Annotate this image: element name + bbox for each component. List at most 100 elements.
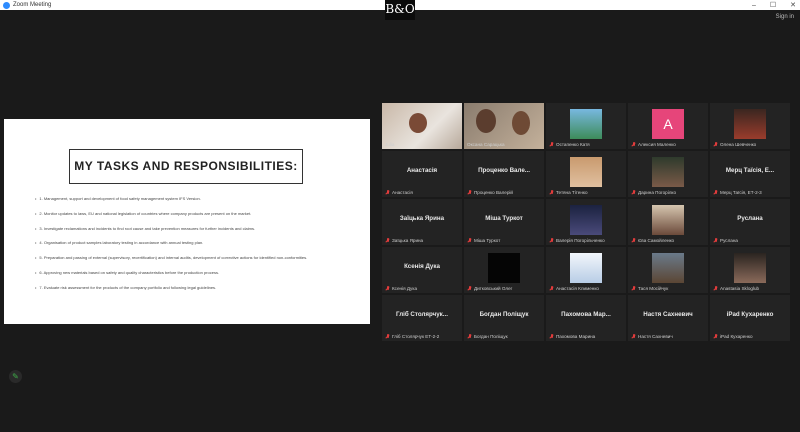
participant-name: Проценко Валерій (467, 190, 513, 195)
profile-photo (570, 157, 602, 187)
slide-title: MY TASKS AND RESPONSIBILITIES: (69, 149, 303, 184)
participant-name: Остапенко Катя (549, 142, 590, 147)
mic-muted-icon (549, 238, 554, 243)
participant-display-name: Анастасія (406, 167, 438, 174)
participant-tile[interactable]: Олена Шевченко (710, 103, 790, 149)
participant-display-name: Міша Туркот (485, 215, 523, 222)
participant-tile[interactable]: Міша Туркот Міша Туркот (464, 199, 544, 245)
slide-bullet: 7. Evaluate risk assessment for the prod… (35, 285, 355, 300)
slide-bullet: 3. Investigate reclamations and incident… (35, 226, 355, 241)
participant-name: Дитковський Олег (467, 286, 512, 291)
profile-photo (488, 253, 520, 283)
participant-tile[interactable]: Тася Мосійчук (628, 247, 708, 293)
participant-name: Богдан Поліщук (467, 334, 508, 339)
maximize-button[interactable]: ☐ (770, 1, 776, 9)
window-controls: ‒ ☐ ✕ (752, 0, 796, 10)
participant-name: Руслана (713, 238, 738, 243)
participant-name: Тетяна Тітенко (549, 190, 588, 195)
participant-name: Тася Мосійчук (631, 286, 668, 291)
participant-display-name: Руслана (737, 215, 763, 222)
profile-photo (652, 253, 684, 283)
slide-bullets: 1. Management, support and development o… (35, 196, 355, 300)
profile-photo (652, 157, 684, 187)
participant-tile[interactable]: iPad Кухаренко iPad Кухаренко (710, 295, 790, 341)
mic-muted-icon (713, 142, 718, 147)
participant-tile[interactable]: Валерія Погорільченко (546, 199, 626, 245)
participant-display-name: Ксенія Дука (404, 263, 440, 270)
mic-muted-icon (467, 286, 472, 291)
participant-tile[interactable]: Настя Сахневич Настя Сахневич (628, 295, 708, 341)
slide-bullet: 1. Management, support and development o… (35, 196, 355, 211)
minimize-button[interactable]: ‒ (752, 2, 756, 9)
mic-muted-icon (713, 238, 718, 243)
participant-name: Міша Туркот (467, 238, 500, 243)
pencil-icon[interactable]: ✎ (9, 370, 22, 383)
participant-display-name: Гліб Столярчук... (396, 311, 448, 318)
slide-bullet: 2. Monitor updates to laws, EU and natio… (35, 211, 355, 226)
zoom-icon (3, 1, 10, 9)
slide-bullet: 4. Organisation of product samples labor… (35, 240, 355, 255)
participant-tile[interactable]: Остапенко Катя (546, 103, 626, 149)
mic-muted-icon (549, 334, 554, 339)
mic-muted-icon (385, 286, 390, 291)
profile-photo (734, 253, 766, 283)
participant-tile[interactable]: A Алексия Маленко (628, 103, 708, 149)
slide-bullet: 6. Approving new materials based on safe… (35, 270, 355, 285)
participant-name: Анастасія (385, 190, 413, 195)
participant-tile[interactable]: Julia (382, 103, 462, 149)
participant-tile[interactable]: Дитковський Олег (464, 247, 544, 293)
participant-tile-active[interactable]: Оксана Сарацька (464, 103, 544, 149)
mic-muted-icon (631, 286, 636, 291)
participant-name: Алексия Маленко (631, 142, 676, 147)
participant-tile[interactable]: Анастасія Клименко (546, 247, 626, 293)
participant-tile[interactable]: Богдан Поліщук Богдан Поліщук (464, 295, 544, 341)
participant-display-name: Проценко Вале... (478, 167, 530, 174)
mic-muted-icon (467, 190, 472, 195)
profile-photo (570, 253, 602, 283)
participant-name: Олена Шевченко (713, 142, 756, 147)
mic-muted-icon (713, 334, 718, 339)
mic-muted-icon (713, 286, 718, 291)
profile-photo (570, 205, 602, 235)
participant-name: Anastasia Skloglub (713, 286, 759, 291)
participant-name: Настя Сахневич (631, 334, 673, 339)
mic-muted-icon (549, 286, 554, 291)
participant-tile[interactable]: Мерц Таїсія, Е... Мерц Таїсія, ЕТ-2-3 (710, 151, 790, 197)
participant-display-name: iPad Кухаренко (726, 311, 774, 318)
profile-photo (570, 109, 602, 139)
participant-tile[interactable]: Тетяна Тітенко (546, 151, 626, 197)
participant-tile[interactable]: Єва Самойленко (628, 199, 708, 245)
participant-name: Єва Самойленко (631, 238, 674, 243)
participant-tile[interactable]: Пахомова Мар... Пахомова Марина (546, 295, 626, 341)
window-title: Zoom Meeting (13, 2, 52, 8)
participant-tile[interactable]: Дарина Погорілко (628, 151, 708, 197)
participant-display-name: Настя Сахневич (643, 311, 693, 318)
mic-muted-icon (385, 238, 390, 243)
participant-tile[interactable]: Гліб Столярчук... Гліб Столярчук ЕТ-2-2 (382, 295, 462, 341)
participant-name: Анастасія Клименко (549, 286, 599, 291)
slide-bullet: 5. Preparation and passing of external (… (35, 255, 355, 270)
participant-name: Дарина Погорілко (631, 190, 676, 195)
participant-tile[interactable]: Ксенія Дука Ксенія Дука (382, 247, 462, 293)
mic-muted-icon (631, 142, 636, 147)
person-figure (512, 111, 530, 135)
bo-logo: B&O (385, 0, 415, 20)
participant-display-name: Богдан Поліщук (479, 311, 529, 318)
participant-display-name: Заїцька Ярина (399, 215, 445, 222)
participant-name: Гліб Столярчук ЕТ-2-2 (385, 334, 439, 339)
mic-muted-icon (631, 238, 636, 243)
participant-tile[interactable]: Anastasia Skloglub (710, 247, 790, 293)
participant-name: Пахомова Марина (549, 334, 595, 339)
avatar: A (652, 109, 684, 139)
participant-tile[interactable]: Проценко Вале... Проценко Валерій (464, 151, 544, 197)
sign-in-link[interactable]: Sign in (776, 14, 794, 20)
shared-screen: MY TASKS AND RESPONSIBILITIES: 1. Manage… (4, 119, 370, 324)
participant-tile[interactable]: Заїцька Ярина Заїцька Ярина (382, 199, 462, 245)
participant-tile[interactable]: Анастасія Анастасія (382, 151, 462, 197)
profile-photo (734, 109, 766, 139)
participant-tile[interactable]: Руслана Руслана (710, 199, 790, 245)
mic-muted-icon (549, 190, 554, 195)
close-button[interactable]: ✕ (790, 1, 796, 9)
profile-photo (652, 205, 684, 235)
mic-muted-icon (385, 190, 390, 195)
